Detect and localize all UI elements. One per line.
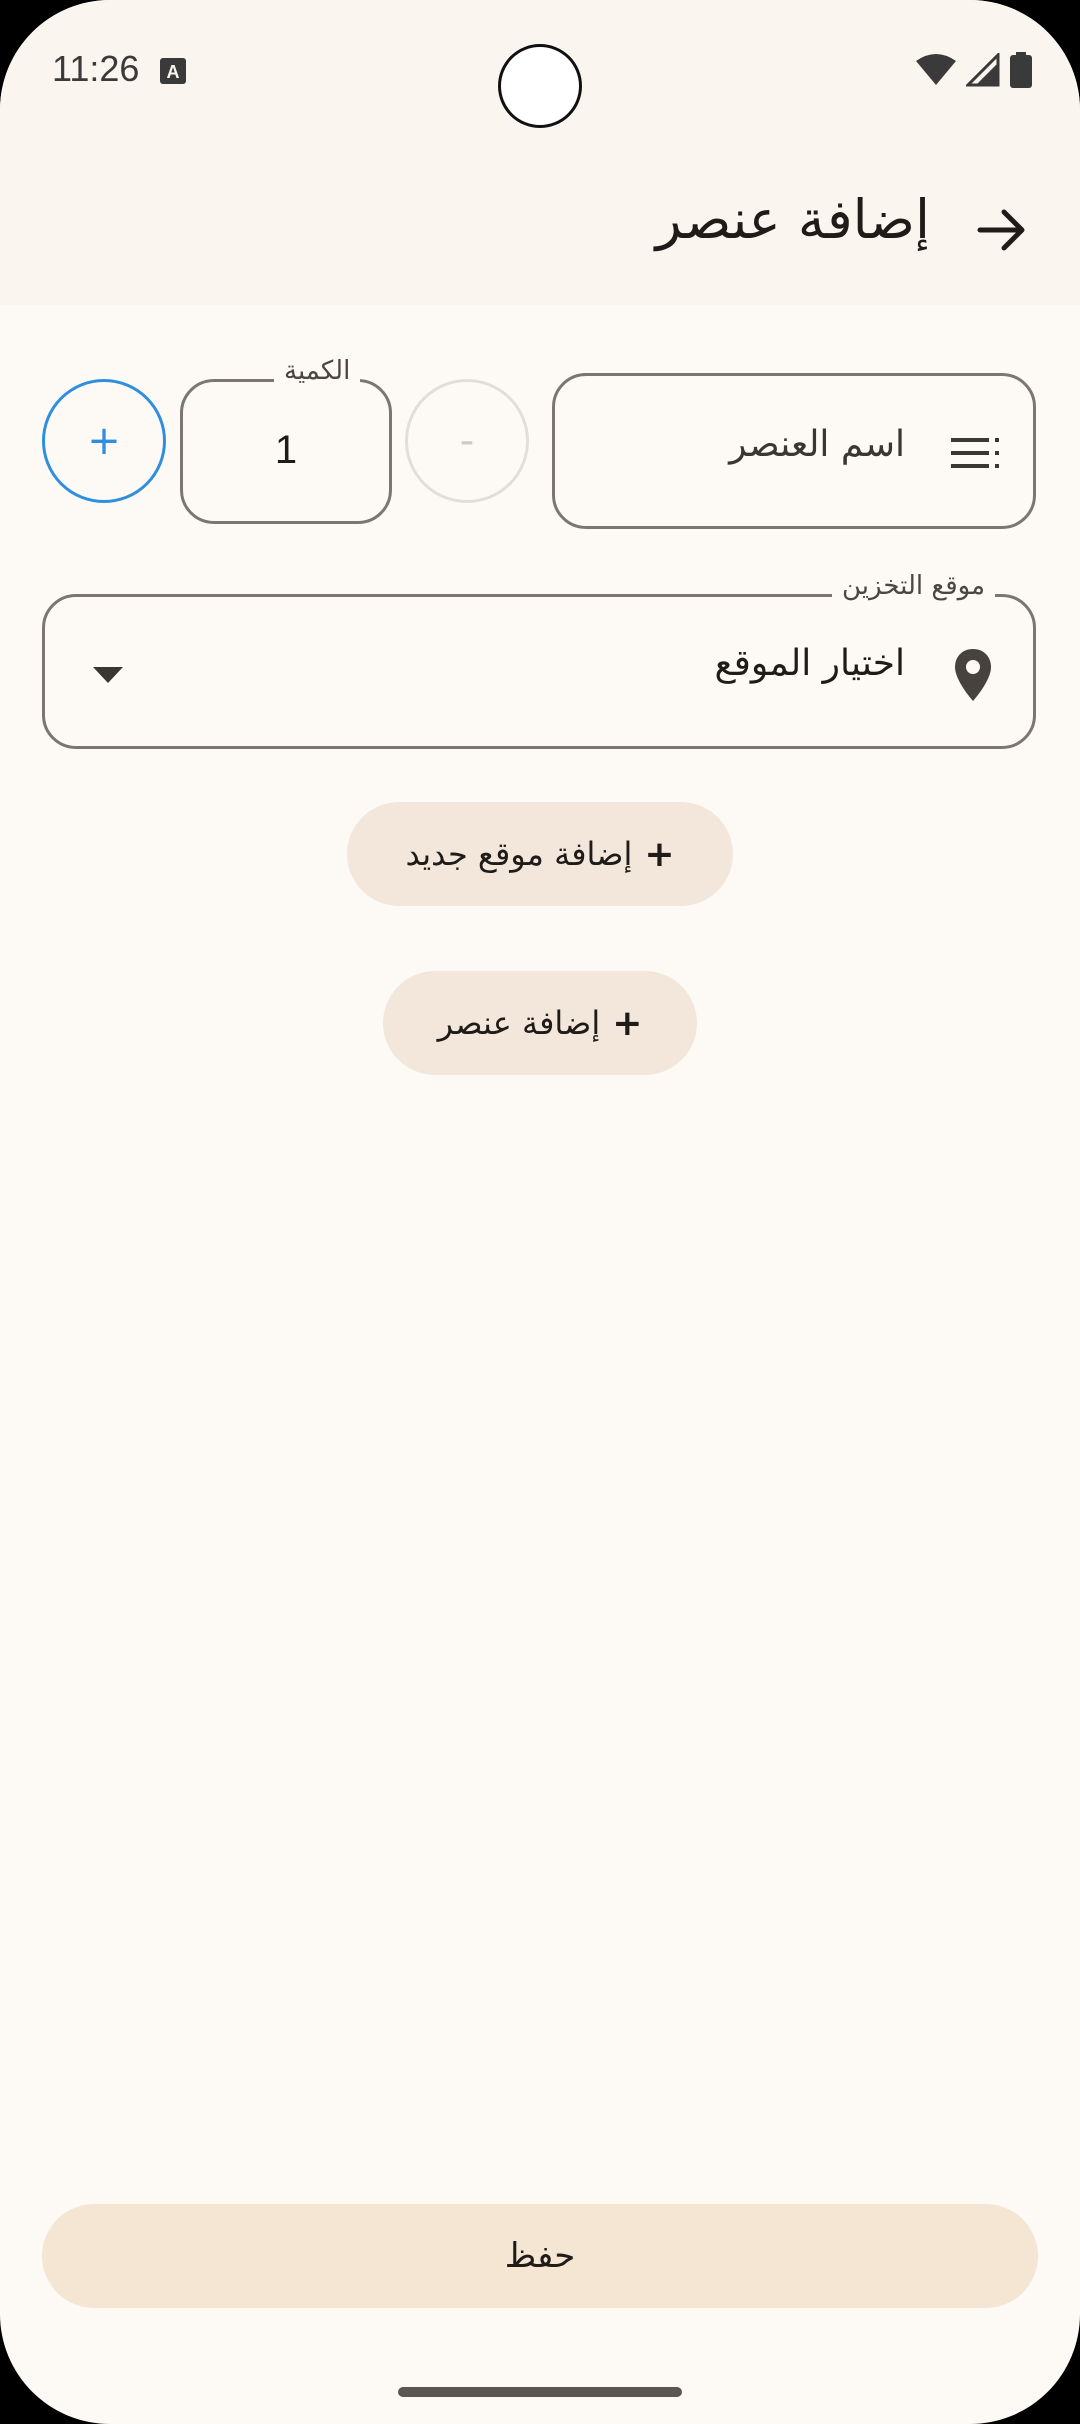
page-title: إضافة عنصر: [655, 188, 930, 251]
top-app-bar: إضافة عنصر: [0, 140, 1080, 305]
decrement-label: -: [459, 418, 475, 464]
battery-icon: [1010, 52, 1032, 88]
storage-location-label: موقع التخزين: [832, 571, 996, 601]
add-location-label: إضافة موقع جديد: [405, 835, 633, 873]
storage-location-dropdown[interactable]: اختيار الموقع: [42, 594, 1036, 749]
arrow-right-icon[interactable]: [974, 202, 1030, 258]
dropdown-arrow-icon: [93, 667, 123, 683]
increment-label: +: [87, 418, 121, 464]
decrement-button[interactable]: -: [405, 379, 529, 503]
camera-cutout: [498, 44, 582, 128]
keyboard-a-icon: A: [160, 58, 186, 84]
cellular-icon: [966, 53, 1000, 87]
add-item-label: إضافة عنصر: [437, 1004, 601, 1042]
plus-icon: +: [612, 1002, 643, 1044]
save-button[interactable]: حفظ: [42, 2204, 1038, 2308]
svg-text:A: A: [167, 62, 180, 82]
quantity-field[interactable]: 1: [180, 379, 392, 524]
plus-icon: +: [644, 833, 675, 875]
add-item-button[interactable]: + إضافة عنصر: [383, 971, 697, 1075]
increment-button[interactable]: +: [42, 379, 166, 503]
add-location-button[interactable]: + إضافة موقع جديد: [347, 802, 733, 906]
quantity-label: الكمية: [274, 356, 361, 386]
status-icons: [916, 52, 1032, 88]
location-pin-icon: [955, 649, 991, 701]
save-label: حفظ: [504, 2236, 576, 2276]
item-name-field[interactable]: اسم العنصر: [552, 373, 1036, 529]
screen: 11:26 A إضافة عنصر اسم العنصر - 1 الكمية…: [0, 0, 1080, 2424]
status-bar: 11:26 A: [0, 0, 1080, 140]
quantity-value: 1: [274, 428, 298, 472]
list-icon: [951, 438, 999, 468]
storage-location-value: اختيار الموقع: [714, 643, 905, 684]
wifi-icon: [916, 54, 956, 85]
item-name-placeholder: اسم العنصر: [729, 424, 905, 465]
status-time: 11:26: [52, 48, 140, 89]
home-indicator[interactable]: [398, 2387, 682, 2397]
